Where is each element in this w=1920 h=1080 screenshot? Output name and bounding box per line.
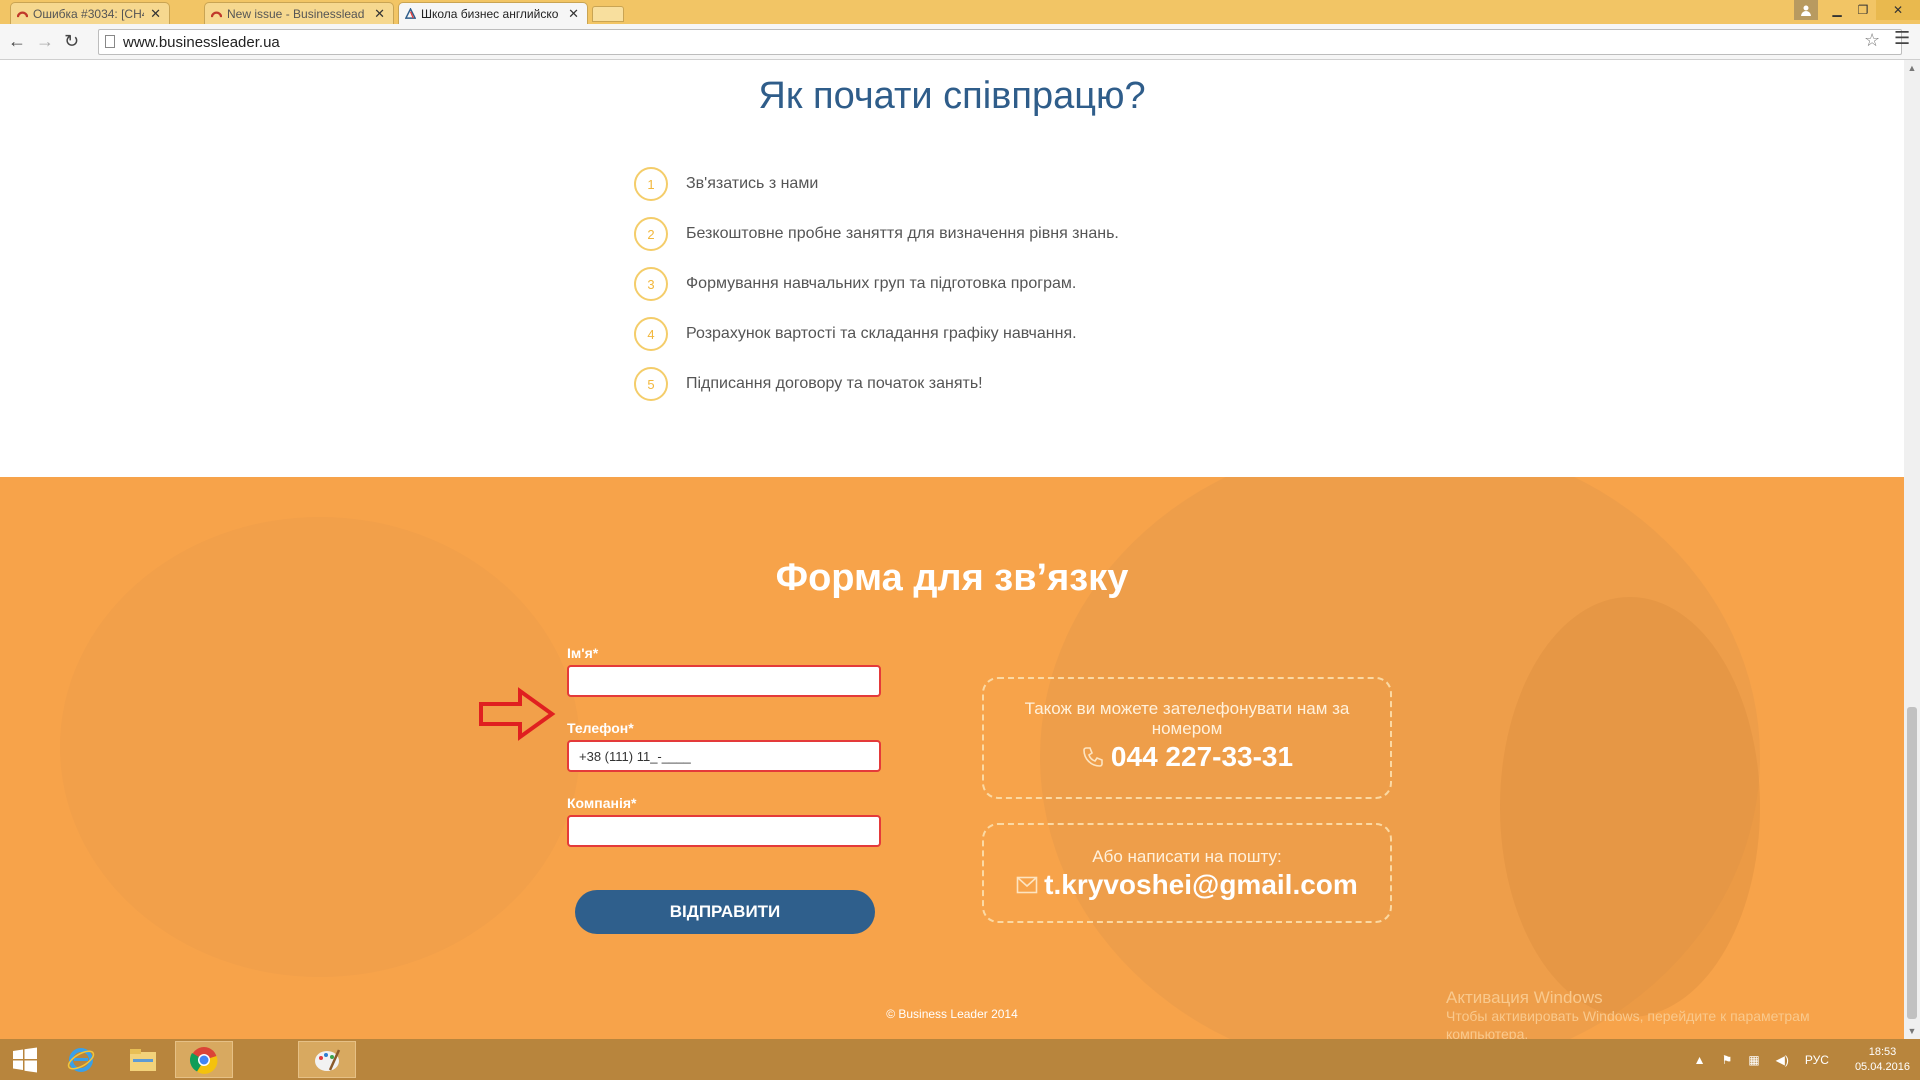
step-text: Безкоштовне пробне заняття для визначенн…: [686, 225, 1119, 242]
browser-tab-business-school[interactable]: Школа бизнес английско ✕: [398, 2, 588, 24]
browser-tab-redmine-error[interactable]: Ошибка #3034: [CH49] B ✕: [10, 2, 170, 24]
chrome-taskbar-icon[interactable]: [175, 1041, 233, 1078]
browser-tab-new-issue[interactable]: New issue - Businesslead ✕: [204, 2, 394, 24]
reload-icon[interactable]: ↻: [64, 31, 79, 52]
system-clock[interactable]: 18:53 05.04.2016: [1855, 1045, 1910, 1075]
browser-toolbar: ← → ↻ www.businessleader.ua ☆ ☰: [0, 24, 1920, 60]
how-to-start-title: Як почати співпрацю?: [758, 75, 1146, 117]
page-scrollbar[interactable]: ▲ ▼: [1904, 60, 1920, 1039]
close-tab-icon[interactable]: ✕: [374, 6, 385, 22]
paint-app-icon[interactable]: [298, 1041, 356, 1078]
address-bar[interactable]: www.businessleader.ua: [98, 29, 1902, 55]
step-text: Зв'язатись з нами: [686, 175, 819, 192]
windows-taskbar: ▲ ⚑ ▦ ◀) РУС 18:53 05.04.2016: [0, 1039, 1920, 1080]
phone-box-text: Також ви можете зателефонувати нам за но…: [1024, 699, 1350, 738]
copyright-text: © Business Leader 2014: [886, 1007, 1018, 1021]
phone-info-box: Також ви можете зателефонувати нам за но…: [982, 677, 1392, 799]
tab-title: Ошибка #3034: [CH49] B: [33, 6, 144, 21]
close-tab-icon[interactable]: ✕: [150, 6, 161, 22]
show-hidden-icons-icon[interactable]: ▲: [1694, 1053, 1706, 1067]
email-info-box: Або написати на пошту: t.kryvoshei@gmail…: [982, 823, 1392, 923]
redmine-icon: [211, 11, 222, 18]
step-number-badge: 4: [634, 317, 668, 351]
back-arrow-icon[interactable]: ←: [8, 31, 26, 52]
phone-input[interactable]: [567, 740, 881, 772]
name-label: Ім'я*: [567, 645, 599, 661]
bookmark-star-icon[interactable]: ☆: [1864, 30, 1880, 51]
volume-icon[interactable]: ◀): [1776, 1053, 1789, 1067]
step-text: Підписання договору та початок занять!: [686, 375, 983, 392]
email-address[interactable]: t.kryvoshei@gmail.com: [1044, 869, 1358, 901]
list-item: 5 Підписання договору та початок занять!: [634, 367, 1119, 401]
system-tray: ▲ ⚑ ▦ ◀) РУС 18:53 05.04.2016: [1686, 1039, 1910, 1080]
file-explorer-icon[interactable]: [114, 1041, 172, 1078]
clock-time: 18:53: [1868, 1045, 1897, 1058]
step-number-badge: 1: [634, 167, 668, 201]
scroll-up-icon[interactable]: ▲: [1904, 60, 1920, 76]
tab-title: Школа бизнес английско: [421, 6, 559, 21]
redmine-icon: [17, 11, 28, 18]
businessleader-icon: [405, 8, 416, 19]
step-number-badge: 2: [634, 217, 668, 251]
phone-icon: [1083, 747, 1103, 767]
background-photo-shape: [1500, 597, 1760, 1017]
activation-title: Активация Windows: [1446, 988, 1603, 1007]
list-item: 4 Розрахунок вартості та складання графі…: [634, 317, 1119, 351]
company-input[interactable]: [567, 815, 881, 847]
minimize-icon[interactable]: ▁: [1824, 0, 1850, 20]
name-input[interactable]: [567, 665, 881, 697]
close-window-icon[interactable]: ✕: [1876, 0, 1920, 20]
url-text: www.businessleader.ua: [123, 33, 280, 51]
email-box-text: Або написати на пошту:: [1092, 847, 1282, 866]
step-number-badge: 3: [634, 267, 668, 301]
tab-title: New issue - Businesslead: [227, 6, 365, 21]
windows-start-icon[interactable]: [0, 1041, 50, 1078]
page-viewport: Як почати співпрацю? 1 Зв'язатись з нами…: [0, 60, 1904, 1039]
contact-form-title: Форма для зв’язку: [775, 557, 1129, 599]
browser-tab-strip: Ошибка #3034: [CH49] B ✕ New issue - Bus…: [0, 0, 1920, 24]
company-label: Компанія*: [567, 795, 637, 811]
red-annotation-arrow-icon: [479, 687, 556, 741]
forward-arrow-icon[interactable]: →: [36, 31, 54, 52]
phone-number[interactable]: 044 227-33-31: [1111, 741, 1293, 773]
step-number-badge: 5: [634, 367, 668, 401]
mail-icon: [1016, 876, 1038, 894]
list-item: 3 Формування навчальних груп та підготов…: [634, 267, 1119, 301]
action-center-flag-icon[interactable]: ⚑: [1722, 1053, 1733, 1067]
user-profile-icon[interactable]: [1794, 0, 1818, 20]
phone-label: Телефон*: [567, 720, 634, 736]
list-item: 2 Безкоштовне пробне заняття для визначе…: [634, 217, 1119, 251]
scrollbar-thumb[interactable]: [1907, 707, 1917, 1019]
contact-form: Ім'я* Телефон* Компанія* ВІДПРАВИТИ: [567, 645, 881, 934]
close-tab-icon[interactable]: ✕: [568, 6, 579, 22]
steps-list: 1 Зв'язатись з нами 2 Безкоштовне пробне…: [634, 167, 1119, 417]
internet-explorer-icon[interactable]: [52, 1041, 110, 1078]
submit-button[interactable]: ВІДПРАВИТИ: [575, 890, 875, 934]
new-tab-button[interactable]: [592, 6, 624, 22]
clock-date: 05.04.2016: [1854, 1060, 1910, 1073]
window-controls: ▁ ❐ ✕: [1794, 0, 1920, 20]
contact-section: Форма для зв’язку Ім'я* Телефон* Компані…: [0, 477, 1904, 1039]
step-text: Формування навчальних груп та підготовка…: [686, 275, 1077, 292]
page-icon: [105, 35, 115, 48]
restore-icon[interactable]: ❐: [1850, 0, 1876, 20]
scroll-down-icon[interactable]: ▼: [1904, 1023, 1920, 1039]
input-language[interactable]: РУС: [1805, 1053, 1829, 1067]
list-item: 1 Зв'язатись з нами: [634, 167, 1119, 201]
step-text: Розрахунок вартості та складання графіку…: [686, 325, 1077, 342]
network-icon[interactable]: ▦: [1748, 1053, 1759, 1067]
activation-line: компьютера.: [1446, 1026, 1529, 1039]
chrome-menu-icon[interactable]: ☰: [1894, 28, 1910, 49]
